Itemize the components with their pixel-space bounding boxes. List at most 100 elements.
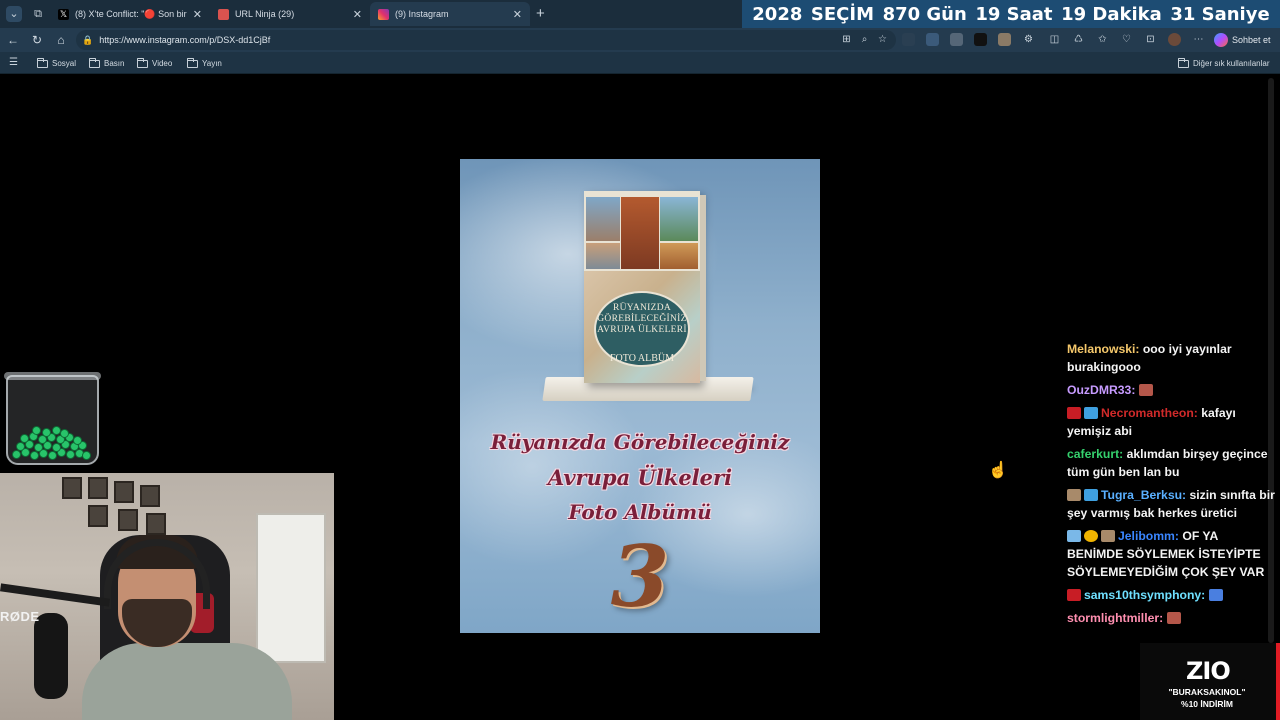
chat-username: caferkurt: <box>1067 447 1124 461</box>
bead <box>82 451 91 460</box>
chat-message: sams10thsymphony: <box>1067 586 1277 604</box>
whiteboard <box>256 513 326 663</box>
split-screen-icon[interactable]: ◫ <box>1048 33 1061 46</box>
microphone <box>34 613 68 699</box>
book-spine <box>700 195 706 381</box>
tab-url-ninja[interactable]: URL Ninja (29) ✕ <box>210 2 370 26</box>
chat-message: Melanowski: ooo iyi yayınlar burakingooo <box>1067 340 1277 376</box>
close-tab-icon[interactable]: ✕ <box>193 8 202 21</box>
bookmark-label: Basın <box>104 59 125 68</box>
other-bookmarks-folder[interactable]: Diğer sık kullanılanlar <box>1178 57 1269 70</box>
book-subtitle: FOTO ALBÜM <box>610 353 674 364</box>
chat-button-label: Sohbet et <box>1232 35 1271 45</box>
webcam-feed: RØDE <box>0 473 334 720</box>
post-heading: Rüyanızda Görebileceğiniz Avrupa Ülkeler… <box>460 425 820 530</box>
extension-icon[interactable] <box>902 33 915 46</box>
wall-frame <box>62 477 82 499</box>
chat-username: Jelibomm: <box>1118 529 1179 543</box>
post-image[interactable]: RÜYANIZDA GÖREBİLECEĞİNİZ AVRUPA ÜLKELER… <box>460 159 820 633</box>
wall-frame <box>88 505 108 527</box>
reading-list-icon[interactable]: ☰ <box>7 56 20 69</box>
album-photo <box>586 243 620 269</box>
bookmark-label: Yayın <box>202 59 222 68</box>
performance-icon[interactable]: ♺ <box>1072 33 1085 46</box>
chat-message: stormlightmiller: <box>1067 609 1277 627</box>
extension-icon[interactable] <box>950 33 963 46</box>
instagram-icon <box>378 8 389 20</box>
sponsor-accent-bar <box>1276 643 1280 720</box>
bead <box>42 428 51 437</box>
bead <box>66 450 75 459</box>
bead <box>73 436 82 445</box>
wall-frame <box>118 509 138 531</box>
hand-cursor-icon: ☝ <box>988 462 1008 479</box>
bookmark-folder[interactable]: Video <box>137 57 172 70</box>
favorites-icon[interactable]: ✩ <box>1096 33 1109 46</box>
chat-username: OuzDMR33: <box>1067 383 1136 397</box>
photo-album-book: RÜYANIZDA GÖREBİLECEĞİNİZ AVRUPA ÜLKELER… <box>584 191 700 383</box>
bookmark-folder[interactable]: Sosyal <box>37 57 76 70</box>
heading-line: Rüyanızda Görebileceğiniz <box>490 430 790 454</box>
copilot-chat-button[interactable]: Sohbet et <box>1214 31 1271 49</box>
zoom-icon[interactable]: ⌕ <box>858 33 871 46</box>
collections-icon[interactable]: ⊡ <box>1144 33 1157 46</box>
bead <box>12 450 21 459</box>
more-icon[interactable]: ⋯ <box>1192 33 1205 46</box>
badge-icon <box>1084 489 1098 501</box>
chat-message: Jelibomm: OF YA BENİMDE SÖYLEMEK İSTEYİP… <box>1067 527 1277 581</box>
chat-message: Necromantheon: kafayı yemişiz abi <box>1067 404 1277 440</box>
countdown-minutes: 19 Dakika <box>1061 3 1162 25</box>
book-title: RÜYANIZDA GÖREBİLECEĞİNİZ AVRUPA ÜLKELER… <box>597 303 687 335</box>
heart-icon[interactable]: ♡ <box>1120 33 1133 46</box>
countdown-label: SEÇİM <box>810 3 875 25</box>
ninja-icon <box>218 8 229 20</box>
sponsor-overlay: ZIO "BURAKSAKINOL" %10 İNDİRİM <box>1140 643 1280 720</box>
chat-message: Tugra_Berksu: sizin sınıfta bir şey varm… <box>1067 486 1277 522</box>
heading-line: Avrupa Ülkeleri <box>547 465 733 490</box>
bead <box>30 451 39 460</box>
lock-icon: 🔒 <box>82 34 94 45</box>
sponsor-discount: %10 İNDİRİM <box>1181 699 1233 709</box>
badge-icon <box>1067 589 1081 601</box>
bead <box>48 451 57 460</box>
bead <box>20 434 29 443</box>
bookmark-folder[interactable]: Yayın <box>187 57 222 70</box>
tab-instagram[interactable]: (9) Instagram ✕ <box>370 2 530 26</box>
heading-line: Foto Albümü <box>568 500 712 524</box>
extension-icon[interactable] <box>974 33 987 46</box>
extension-icon[interactable] <box>926 33 939 46</box>
badge-icon <box>1067 489 1081 501</box>
close-tab-icon[interactable]: ✕ <box>513 8 522 21</box>
url-text: https://www.instagram.com/p/DSX-dd1CjBf <box>99 35 271 45</box>
favorite-star-icon[interactable]: ☆ <box>876 33 889 46</box>
profile-avatar[interactable] <box>1168 33 1181 46</box>
close-tab-icon[interactable]: ✕ <box>353 8 362 21</box>
wall-frame <box>88 477 108 499</box>
back-icon[interactable]: ← <box>5 32 21 48</box>
address-bar-row: ← ↻ ⌂ 🔒 https://www.instagram.com/p/DSX-… <box>0 28 1280 52</box>
extension-icon[interactable] <box>998 33 1011 46</box>
wall-frame <box>146 513 166 535</box>
refresh-icon[interactable]: ↻ <box>29 32 45 48</box>
badge-icon <box>1067 530 1081 542</box>
new-tab-icon[interactable]: + <box>536 5 545 22</box>
workspaces-icon[interactable]: ⧉ <box>30 6 46 22</box>
tab-title: (9) Instagram <box>395 9 449 19</box>
copilot-icon <box>1214 33 1228 47</box>
url-field[interactable]: 🔒 https://www.instagram.com/p/DSX-dd1CjB… <box>76 30 896 50</box>
apps-icon[interactable]: ⊞ <box>840 33 853 46</box>
bookmark-label: Sosyal <box>52 59 77 68</box>
bead <box>52 443 61 452</box>
tab-x[interactable]: 𝕏 (8) X'te Conflict: "🔴 Son bir hafta ✕ <box>50 2 210 26</box>
bead <box>32 426 41 435</box>
home-icon[interactable]: ⌂ <box>53 32 69 48</box>
puzzle-icon[interactable]: ⚙ <box>1022 33 1035 46</box>
jar-beads <box>10 424 94 462</box>
tab-actions-icon[interactable]: ⌄ <box>6 6 22 22</box>
countdown-year: 2028 <box>752 3 803 25</box>
emote-icon <box>1138 384 1153 396</box>
tab-title: (8) X'te Conflict: "🔴 Son bir hafta <box>75 8 187 19</box>
chat-username: sams10thsymphony: <box>1084 588 1206 602</box>
bead <box>34 443 43 452</box>
bookmark-folder[interactable]: Basın <box>89 57 124 70</box>
